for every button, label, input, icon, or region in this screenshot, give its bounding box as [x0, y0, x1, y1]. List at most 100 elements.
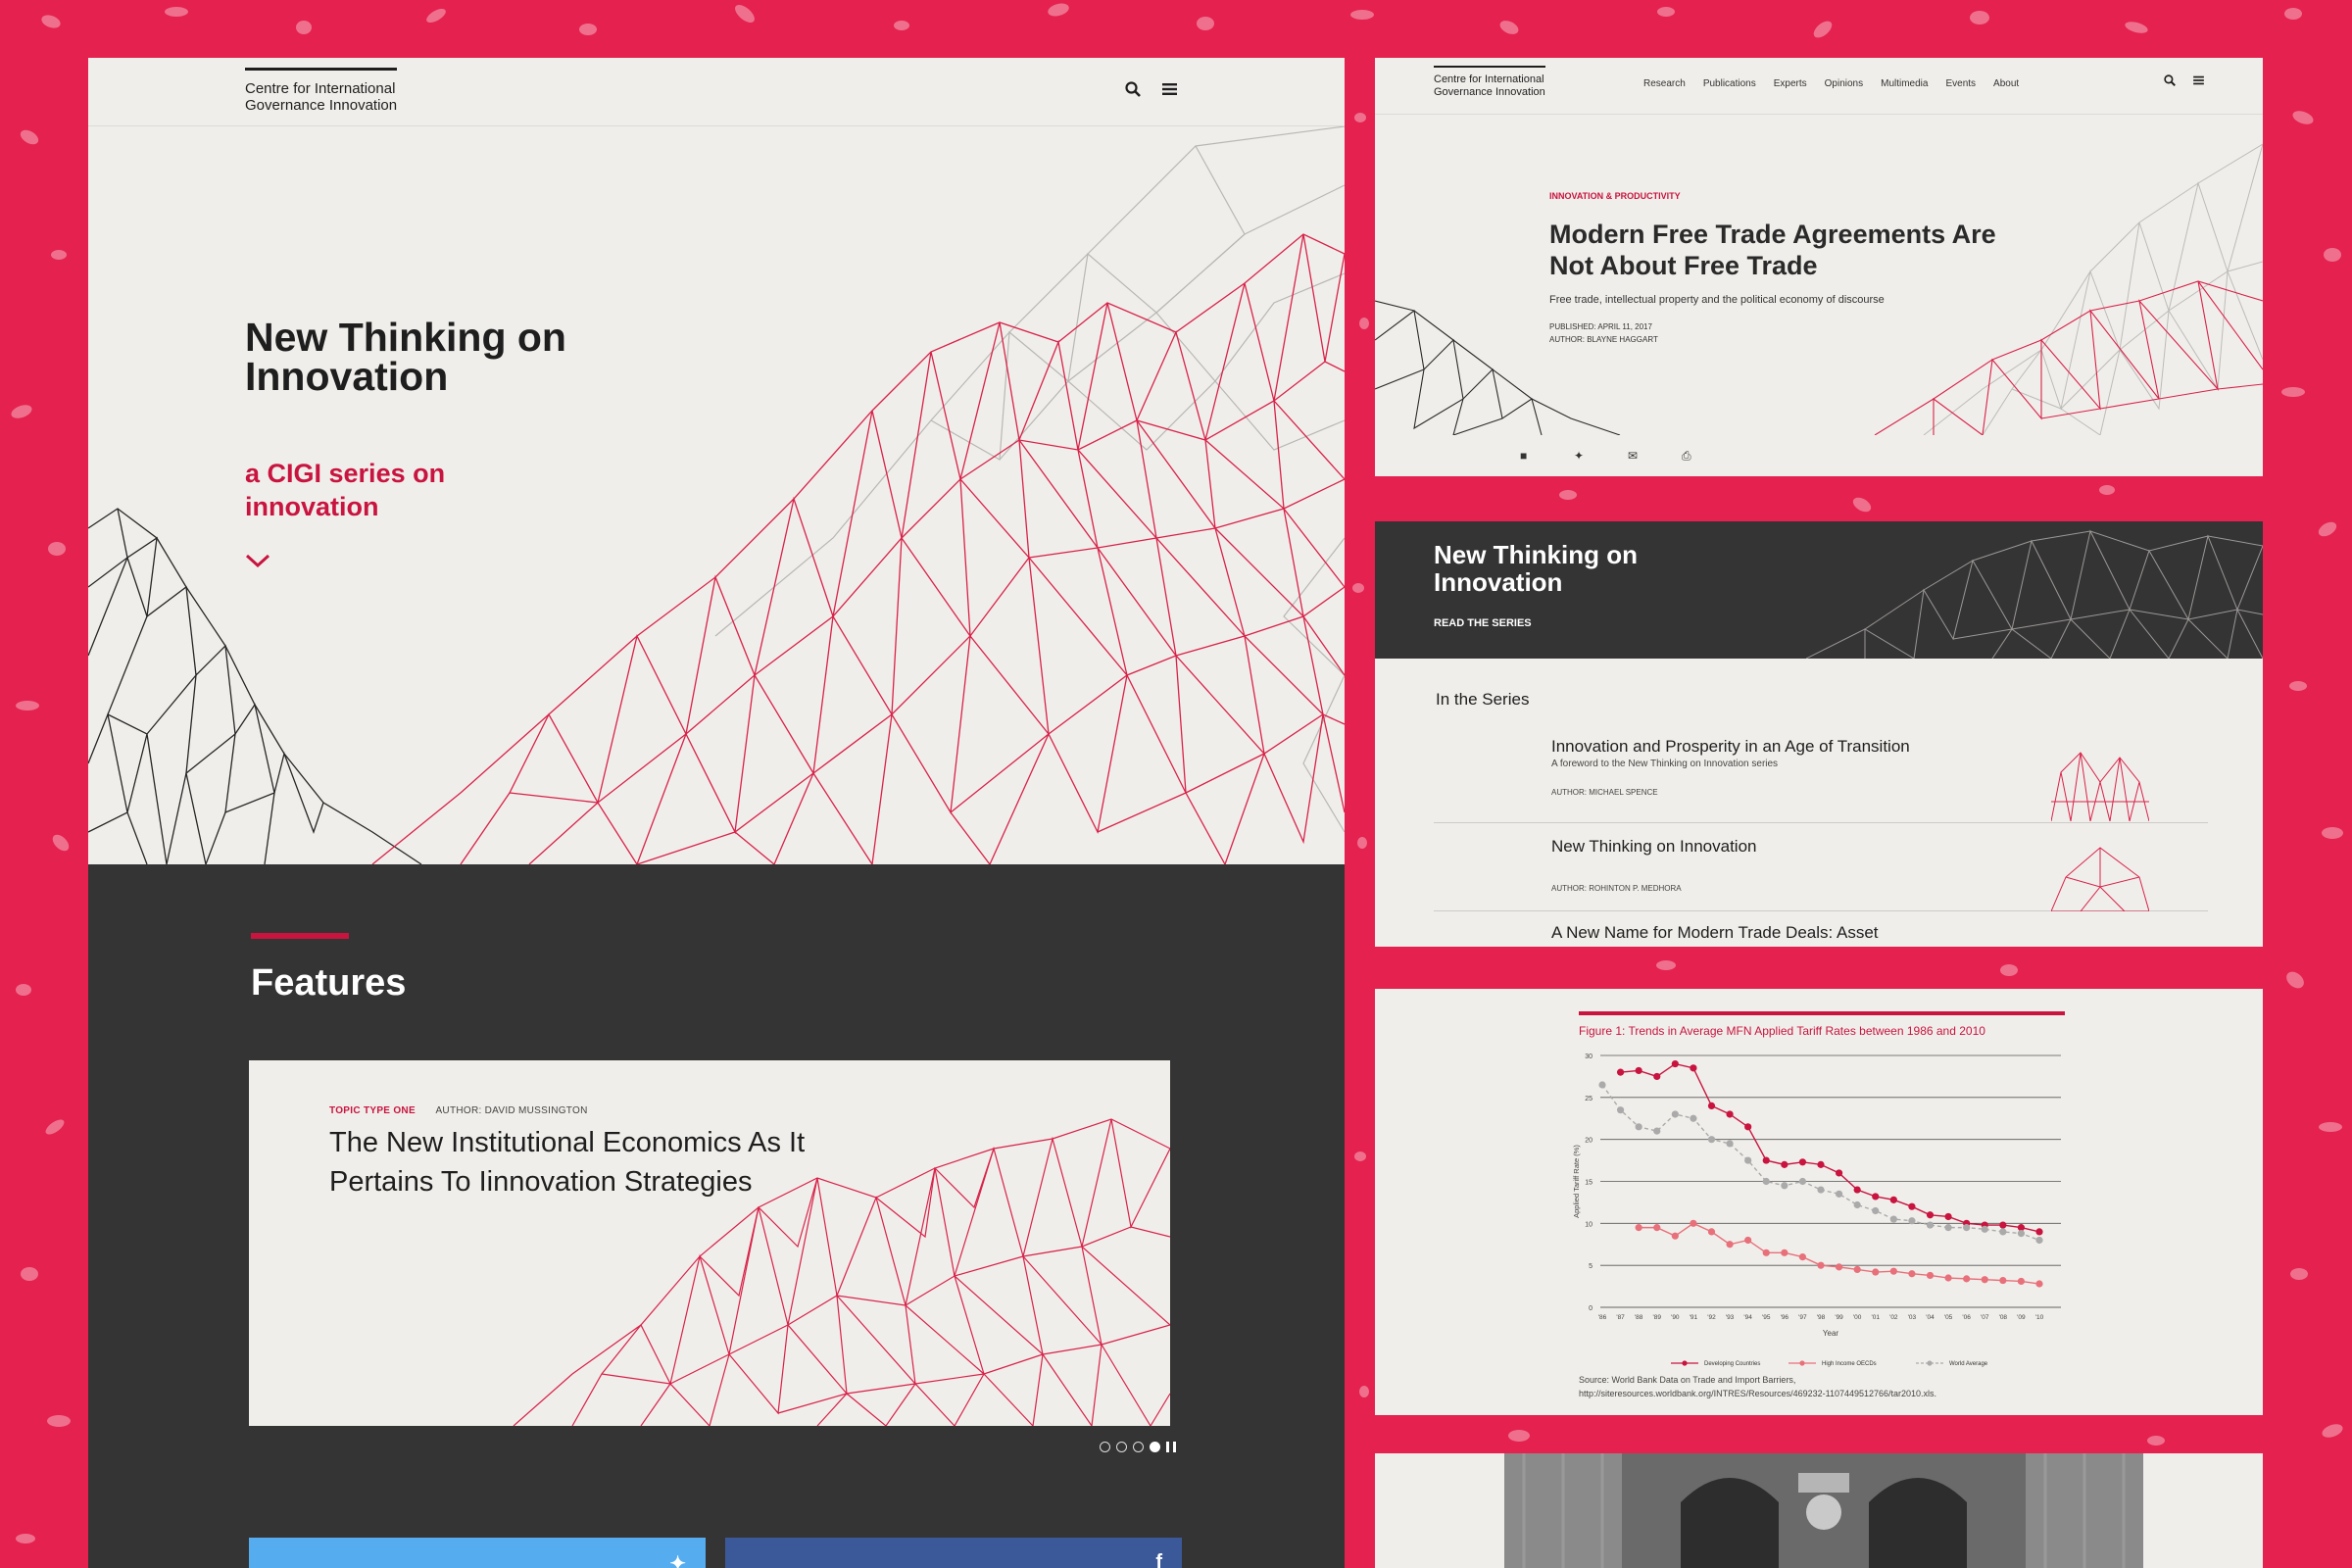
- facebook-card[interactable]: f 1m: [725, 1538, 1182, 1568]
- in-the-series-heading: In the Series: [1436, 690, 1530, 709]
- menu-icon[interactable]: [1162, 82, 1177, 96]
- series-item[interactable]: A New Name for Modern Trade Deals: Asset: [1434, 911, 2208, 947]
- x-tick-label: '10: [2035, 1314, 2044, 1321]
- nav-about[interactable]: About: [1993, 78, 2019, 89]
- carousel-dot[interactable]: [1100, 1442, 1110, 1452]
- cigi-logo[interactable]: Centre for International Governance Inno…: [245, 68, 398, 114]
- data-point: [1707, 1228, 1716, 1236]
- series-item[interactable]: Innovation and Prosperity in an Age of T…: [1434, 737, 2208, 823]
- carousel-dot[interactable]: [1116, 1442, 1127, 1452]
- data-point: [1889, 1215, 1897, 1223]
- series-banner[interactable]: New Thinking on Innovation READ THE SERI…: [1375, 521, 2263, 659]
- article-page: Centre for International Governance Inno…: [1375, 58, 2263, 476]
- data-point: [1798, 1177, 1807, 1186]
- data-point: [1944, 1212, 1952, 1221]
- parliament-interior-photo: [1504, 1453, 2143, 1568]
- series-title: New Thinking on Innovation: [1434, 540, 1638, 597]
- data-point: [1944, 1224, 1952, 1232]
- main-nav: Research Publications Experts Opinions M…: [1643, 78, 2019, 89]
- data-point: [1817, 1160, 1825, 1168]
- nav-multimedia[interactable]: Multimedia: [1881, 78, 1928, 89]
- data-point: [1944, 1274, 1952, 1282]
- legend-label: World Average: [1949, 1361, 1988, 1367]
- article-subtitle: Free trade, intellectual property and th…: [1549, 294, 1885, 306]
- series-item-title[interactable]: Innovation and Prosperity in an Age of T…: [1551, 737, 1910, 757]
- series-line: [1620, 1062, 2040, 1233]
- x-axis-label: Year: [1823, 1329, 1839, 1338]
- carousel-dot-active[interactable]: [1150, 1442, 1160, 1452]
- data-point: [1635, 1224, 1642, 1232]
- data-point: [1690, 1114, 1697, 1122]
- y-tick-label: 5: [1589, 1263, 1592, 1270]
- figure-panel: Figure 1: Trends in Average MFN Applied …: [1375, 989, 2263, 1415]
- x-tick-label: '86: [1598, 1314, 1607, 1321]
- twitter-icon[interactable]: ✦: [1574, 449, 1584, 463]
- series-item[interactable]: New Thinking on Innovation AUTHOR: ROHIN…: [1434, 823, 2208, 911]
- data-point: [1889, 1196, 1897, 1203]
- data-point: [1690, 1064, 1697, 1072]
- article-kicker[interactable]: INNOVATION & PRODUCTIVITY: [1549, 191, 1681, 201]
- y-tick-label: 20: [1585, 1138, 1592, 1145]
- read-the-series-link[interactable]: READ THE SERIES: [1434, 617, 1532, 629]
- data-point: [1963, 1275, 1971, 1283]
- data-point: [1908, 1217, 1916, 1225]
- data-point: [1853, 1200, 1861, 1209]
- twitter-card[interactable]: ✦ 1m: [249, 1538, 706, 1568]
- chevron-down-icon[interactable]: [245, 553, 270, 568]
- nav-research[interactable]: Research: [1643, 78, 1686, 89]
- y-tick-label: 30: [1585, 1054, 1592, 1060]
- article-header: Centre for International Governance Inno…: [1375, 58, 2263, 115]
- data-point: [1744, 1123, 1752, 1131]
- data-point: [1726, 1241, 1734, 1249]
- legend-label: High Income OECDs: [1822, 1361, 1877, 1367]
- data-point: [1999, 1221, 2007, 1229]
- legend-marker: [1682, 1360, 1688, 1366]
- data-point: [1781, 1249, 1788, 1256]
- x-tick-label: '08: [1999, 1314, 2008, 1321]
- twitter-icon: ✦: [669, 1553, 686, 1568]
- data-point: [1653, 1127, 1661, 1135]
- logo-line-1: Centre for International: [1434, 74, 1544, 85]
- search-icon[interactable]: [1125, 81, 1141, 97]
- email-icon[interactable]: ✉: [1628, 449, 1638, 463]
- features-section: Features TOPIC TYPE ONE AUTHOR: DAVID MU…: [88, 864, 1345, 1568]
- carousel-dot[interactable]: [1133, 1442, 1144, 1452]
- nav-events[interactable]: Events: [1945, 78, 1976, 89]
- data-point: [1981, 1276, 1988, 1284]
- data-point: [2035, 1280, 2043, 1288]
- series-item-thumbnail: [2051, 752, 2149, 821]
- data-point: [1671, 1059, 1679, 1068]
- data-point: [1726, 1110, 1734, 1118]
- data-point: [1762, 1156, 1770, 1164]
- hero-title: New Thinking on Innovation: [245, 315, 566, 399]
- x-tick-label: '06: [1962, 1314, 1971, 1321]
- feature-card[interactable]: TOPIC TYPE ONE AUTHOR: DAVID MUSSINGTON …: [249, 1060, 1170, 1426]
- data-point: [1889, 1267, 1897, 1275]
- search-icon[interactable]: [2164, 74, 2176, 86]
- x-tick-label: '03: [1908, 1314, 1917, 1321]
- article-author[interactable]: AUTHOR: BLAYNE HAGGART: [1549, 335, 1658, 344]
- print-icon[interactable]: ⎙: [1682, 449, 1691, 464]
- data-point: [1616, 1068, 1625, 1076]
- data-point: [1616, 1106, 1625, 1114]
- data-point: [1853, 1265, 1861, 1274]
- y-tick-label: 0: [1589, 1305, 1592, 1312]
- cigi-logo[interactable]: Centre for International Governance Inno…: [1434, 66, 1545, 99]
- facebook-icon[interactable]: ■: [1520, 449, 1527, 463]
- legend-marker: [1799, 1360, 1805, 1366]
- data-point: [1835, 1190, 1843, 1198]
- x-tick-label: '91: [1690, 1314, 1698, 1321]
- menu-icon[interactable]: [2193, 75, 2204, 85]
- nav-publications[interactable]: Publications: [1703, 78, 1756, 89]
- nav-opinions[interactable]: Opinions: [1825, 78, 1863, 89]
- data-point: [1853, 1186, 1861, 1194]
- data-point: [2035, 1228, 2043, 1236]
- carousel-pagination: [1100, 1442, 1176, 1452]
- pause-icon[interactable]: [1166, 1442, 1176, 1452]
- data-point: [1781, 1182, 1788, 1190]
- data-point: [1726, 1140, 1734, 1148]
- nav-experts[interactable]: Experts: [1774, 78, 1807, 89]
- series-item-title[interactable]: A New Name for Modern Trade Deals: Asset: [1551, 923, 1879, 943]
- x-tick-label: '98: [1817, 1314, 1826, 1321]
- series-item-title[interactable]: New Thinking on Innovation: [1551, 837, 1757, 857]
